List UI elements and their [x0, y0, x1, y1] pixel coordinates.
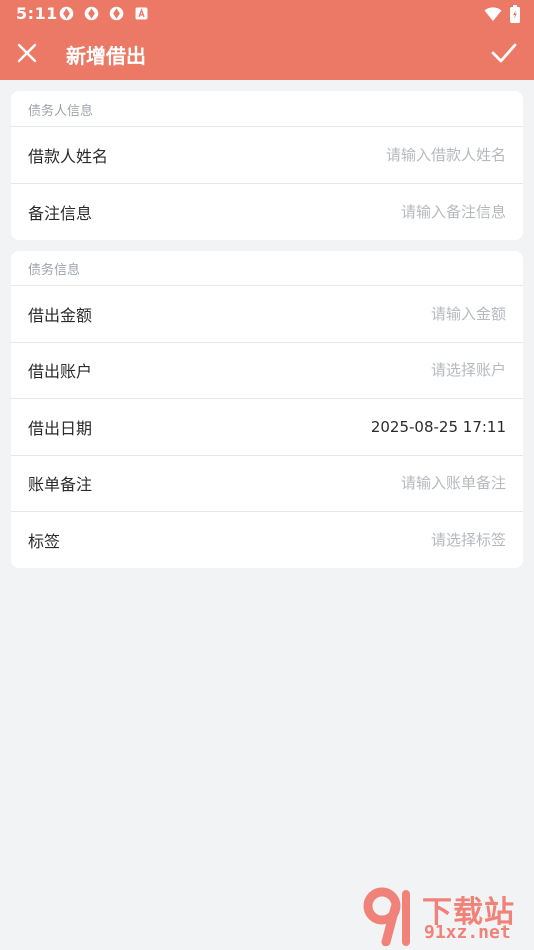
notification-app-icon [108, 5, 125, 22]
bill-remark-input[interactable] [246, 474, 506, 493]
status-bar: 5:11 [0, 0, 534, 28]
notification-a-icon [133, 5, 150, 22]
status-system-icons [484, 5, 520, 23]
row-remark[interactable]: 备注信息 [11, 184, 523, 241]
debt-info-card: 债务信息 借出金额 借出账户 借出日期 2025-08-25 17:11 账单备… [11, 251, 523, 568]
row-label: 备注信息 [28, 203, 93, 223]
row-label: 借出账户 [28, 362, 93, 382]
section-header-debt: 债务信息 [11, 251, 523, 286]
watermark-text-bottom: 91xz.net [424, 922, 511, 943]
remark-input[interactable] [246, 202, 506, 221]
notification-app-icon [83, 5, 100, 22]
wifi-icon [484, 6, 502, 22]
row-label: 账单备注 [28, 475, 93, 495]
watermark-logo: 下载站 91xz.net [360, 886, 532, 948]
row-bill-remark[interactable]: 账单备注 [11, 456, 523, 512]
watermark-91-icon [363, 887, 410, 946]
row-amount[interactable]: 借出金额 [11, 286, 523, 343]
battery-icon [510, 5, 520, 23]
confirm-button[interactable] [484, 34, 524, 72]
status-notification-icons [58, 5, 150, 22]
notification-app-icon [58, 5, 75, 22]
page-title: 新增借出 [66, 44, 146, 68]
row-borrower-name[interactable]: 借款人姓名 [11, 127, 523, 184]
row-label: 借出金额 [28, 305, 93, 325]
app-bar: 5:11 新增借出 [0, 0, 534, 80]
row-label: 借款人姓名 [28, 146, 109, 166]
row-tag[interactable]: 标签 [11, 512, 523, 568]
borrower-name-input[interactable] [246, 145, 506, 164]
tag-select[interactable] [246, 531, 506, 550]
row-account[interactable]: 借出账户 [11, 343, 523, 399]
check-icon [491, 43, 517, 63]
account-select[interactable] [246, 361, 506, 380]
amount-input[interactable] [246, 304, 506, 323]
row-label: 标签 [28, 532, 61, 552]
row-date[interactable]: 借出日期 2025-08-25 17:11 [11, 399, 523, 456]
toolbar: 新增借出 [0, 28, 534, 80]
date-value[interactable]: 2025-08-25 17:11 [371, 418, 506, 436]
row-label: 借出日期 [28, 418, 93, 438]
close-icon [17, 43, 37, 63]
status-time: 5:11 [16, 4, 58, 23]
section-header-debtor: 债务人信息 [11, 91, 523, 127]
debtor-info-card: 债务人信息 借款人姓名 备注信息 [11, 91, 523, 240]
close-button[interactable] [8, 34, 46, 72]
